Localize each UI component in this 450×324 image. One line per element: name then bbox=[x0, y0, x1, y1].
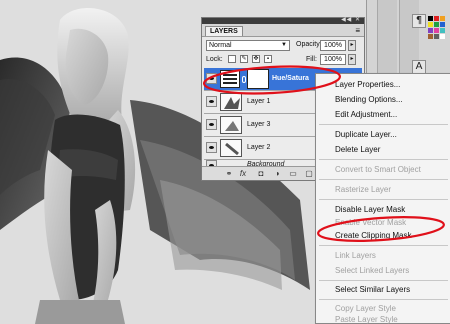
panel-menu-icon[interactable]: ≡ bbox=[355, 26, 360, 35]
lock-all-icon[interactable]: ▪ bbox=[264, 55, 272, 63]
menu-item-convert-to-smart-object: Convert to Smart Object bbox=[335, 165, 421, 174]
menu-item-select-similar-layers[interactable]: Select Similar Layers bbox=[316, 283, 450, 296]
mask-link-icon[interactable] bbox=[242, 76, 246, 83]
panel-title-bar[interactable]: ◀◀ ✕ bbox=[202, 16, 364, 24]
blend-mode-value: Normal bbox=[209, 42, 232, 49]
strip-column-left bbox=[377, 0, 397, 80]
layer-thumbnail bbox=[220, 93, 242, 111]
mask-icon[interactable]: ◘ bbox=[256, 169, 266, 179]
menu-item-duplicate-layer[interactable]: Duplicate Layer... bbox=[316, 128, 450, 141]
layer-name: Layer 1 bbox=[247, 98, 271, 105]
menu-separator bbox=[319, 124, 448, 125]
menu-item-edit-adjustment[interactable]: Edit Adjustment... bbox=[316, 108, 450, 121]
menu-item-layer-properties[interactable]: Layer Properties... bbox=[316, 78, 450, 91]
fill-label: Fill: bbox=[306, 56, 317, 63]
menu-item-disable-layer-mask[interactable]: Disable Layer Mask bbox=[316, 203, 450, 216]
menu-separator bbox=[319, 280, 448, 281]
menu-item-select-linked-layers: Select Linked Layers bbox=[335, 266, 410, 275]
menu-item-create-clipping-mask[interactable]: Create Clipping Mask bbox=[316, 229, 450, 242]
chevron-down-icon: ▼ bbox=[281, 42, 287, 48]
lock-label: Lock: bbox=[206, 56, 223, 63]
adjustment-layer-icon bbox=[220, 70, 240, 88]
new-layer-icon[interactable]: ▢ bbox=[304, 169, 314, 179]
layer-thumbnail bbox=[220, 139, 242, 157]
menu-item-rasterize-layer: Rasterize Layer bbox=[335, 185, 392, 194]
layer-thumbnail bbox=[220, 116, 242, 134]
panel-window-controls[interactable]: ◀◀ ✕ bbox=[341, 16, 361, 23]
visibility-eye-icon[interactable] bbox=[206, 142, 217, 153]
layer-name: Layer 3 bbox=[247, 121, 271, 128]
menu-separator bbox=[319, 159, 448, 160]
menu-item-blending-options[interactable]: Blending Options... bbox=[316, 93, 450, 106]
opacity-field[interactable]: 100% bbox=[320, 40, 346, 51]
visibility-eye-icon[interactable] bbox=[206, 119, 217, 130]
layer-name: Hue/Satura bbox=[272, 75, 309, 82]
fill-slider-arrow[interactable]: ▸ bbox=[348, 54, 356, 65]
menu-separator bbox=[319, 179, 448, 180]
menu-item-copy-layer-style: Copy Layer Style bbox=[335, 304, 396, 313]
adjustment-icon[interactable]: ◑ bbox=[272, 169, 282, 179]
layer-context-menu: Layer Properties... Blending Options... … bbox=[315, 73, 450, 324]
layer-name: Layer 2 bbox=[247, 144, 271, 151]
menu-item-paste-layer-style: Paste Layer Style bbox=[335, 315, 398, 324]
menu-item-delete-layer[interactable]: Delete Layer bbox=[316, 143, 450, 156]
lock-transparency-icon[interactable] bbox=[228, 55, 236, 63]
menu-separator bbox=[319, 299, 448, 300]
opacity-slider-arrow[interactable]: ▸ bbox=[348, 40, 356, 51]
link-icon[interactable]: ⚭ bbox=[224, 169, 234, 179]
opacity-label: Opacity: bbox=[296, 41, 322, 48]
layer-mask-thumbnail[interactable] bbox=[248, 70, 268, 88]
blend-mode-select[interactable]: Normal ▼ bbox=[206, 40, 290, 51]
lock-pixels-icon[interactable]: ✎ bbox=[240, 55, 248, 63]
visibility-eye-icon[interactable] bbox=[206, 96, 217, 107]
fx-icon[interactable]: fx bbox=[238, 169, 248, 179]
swatches-panel[interactable] bbox=[424, 6, 450, 76]
tab-layers[interactable]: LAYERS bbox=[205, 26, 243, 36]
group-icon[interactable]: ▭ bbox=[288, 169, 298, 179]
menu-item-link-layers: Link Layers bbox=[335, 251, 376, 260]
visibility-eye-icon[interactable] bbox=[206, 73, 217, 84]
menu-separator bbox=[319, 245, 448, 246]
lock-position-icon[interactable]: ✥ bbox=[252, 55, 260, 63]
menu-item-enable-vector-mask: Enable Vector Mask bbox=[335, 218, 407, 227]
fill-field[interactable]: 100% bbox=[320, 54, 346, 65]
menu-separator bbox=[319, 199, 448, 200]
